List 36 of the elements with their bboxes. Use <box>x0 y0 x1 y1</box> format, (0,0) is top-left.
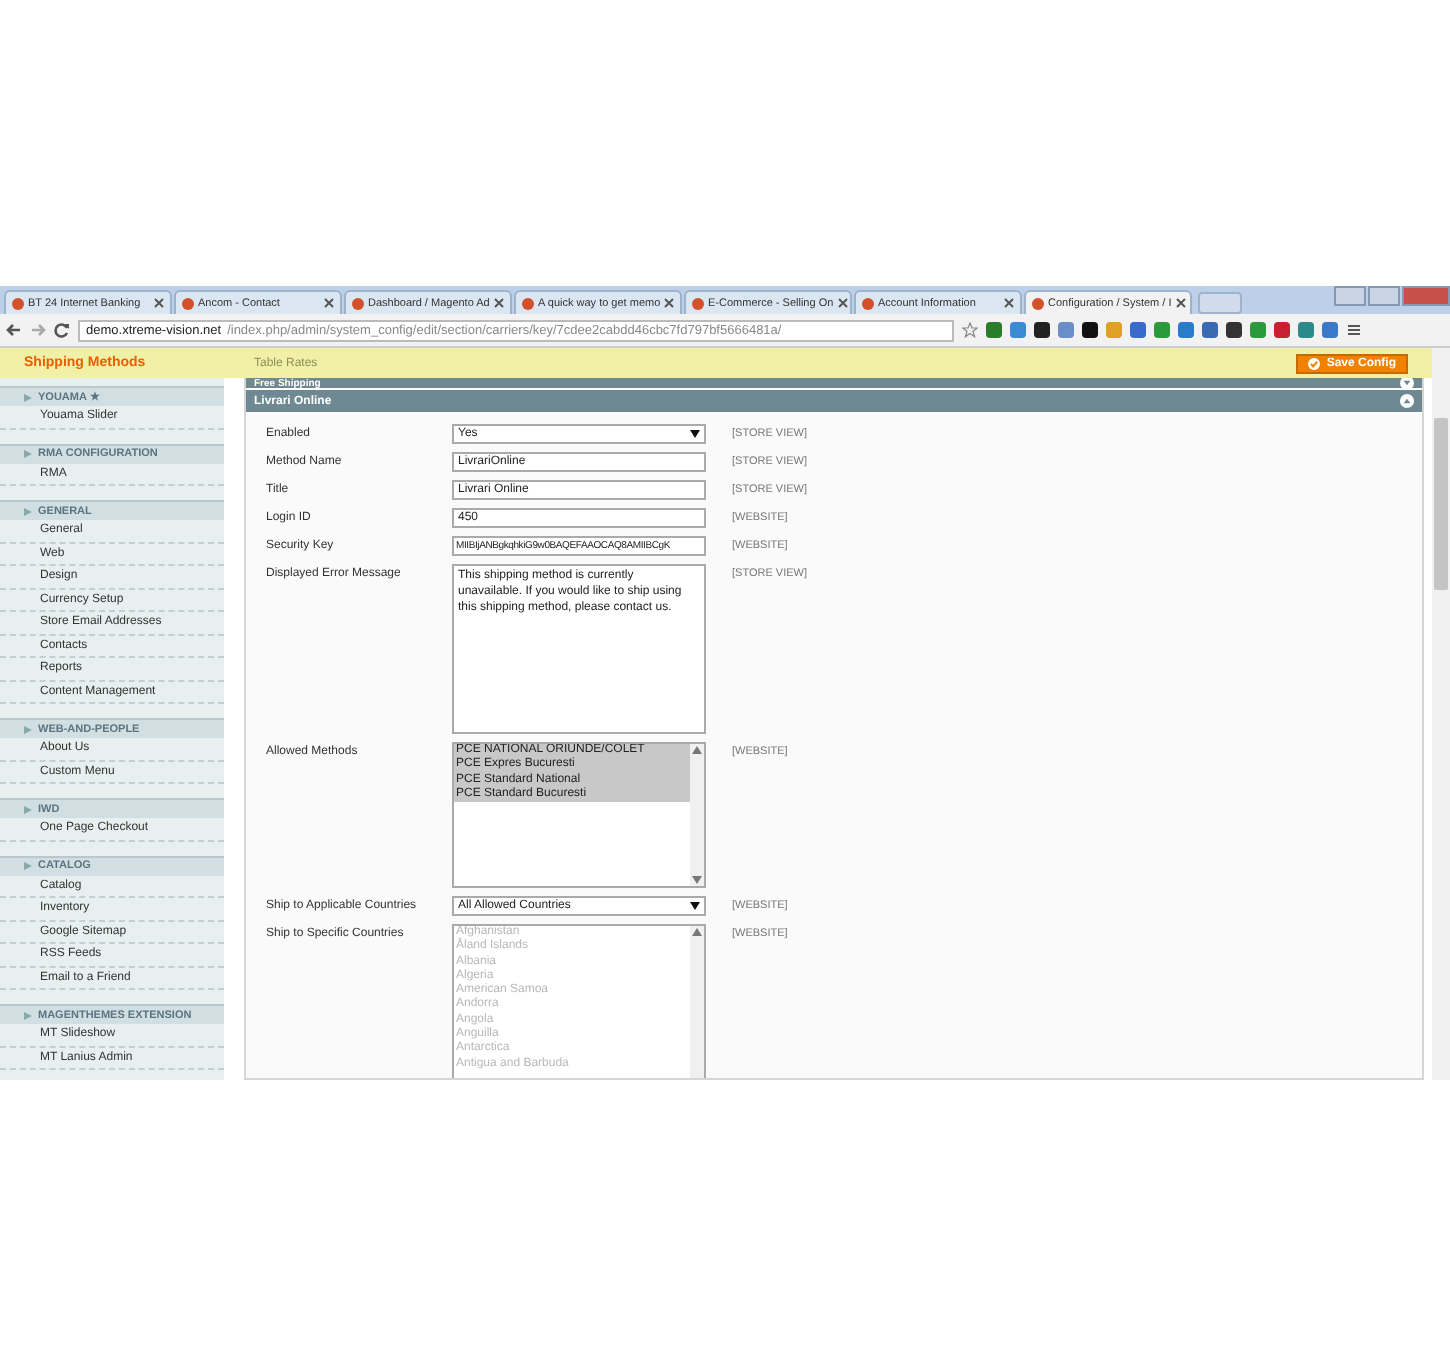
arrow-icon <box>24 507 32 515</box>
favicon-icon <box>352 297 364 309</box>
close-icon[interactable] <box>154 298 164 308</box>
favicon-icon <box>522 297 534 309</box>
reload-icon[interactable] <box>54 322 70 338</box>
scrollbar-thumb[interactable] <box>1434 418 1448 590</box>
arrow-icon <box>24 725 32 733</box>
maximize-button[interactable] <box>1368 286 1400 306</box>
close-icon[interactable] <box>837 298 848 308</box>
check-icon <box>1308 357 1321 369</box>
arrow-icon <box>24 862 32 870</box>
back-icon[interactable] <box>6 322 22 338</box>
caret-icon <box>690 902 700 910</box>
star-icon[interactable] <box>962 322 978 338</box>
close-icon[interactable] <box>1175 298 1186 308</box>
scroll-up-icon[interactable] <box>692 746 702 754</box>
menu-icon[interactable] <box>1346 322 1362 338</box>
forward-icon[interactable] <box>30 322 46 338</box>
favicon-icon <box>692 297 704 309</box>
collapse-icon[interactable] <box>1400 394 1414 408</box>
favicon-icon <box>182 297 194 309</box>
favicon-icon <box>1032 297 1044 309</box>
minimize-button[interactable] <box>1334 286 1366 306</box>
arrow-icon <box>24 450 32 458</box>
caret-icon <box>690 430 700 438</box>
close-icon[interactable] <box>664 298 675 308</box>
close-icon[interactable] <box>494 298 504 308</box>
arrow-icon <box>24 1011 32 1019</box>
close-icon[interactable] <box>1004 298 1014 308</box>
arrow-icon <box>24 805 32 813</box>
close-icon[interactable] <box>324 298 334 308</box>
scroll-down-icon[interactable] <box>692 876 702 884</box>
collapse-icon[interactable] <box>1400 378 1414 388</box>
favicon-icon <box>862 297 874 309</box>
arrow-icon <box>24 393 32 401</box>
favicon-icon <box>12 297 24 309</box>
